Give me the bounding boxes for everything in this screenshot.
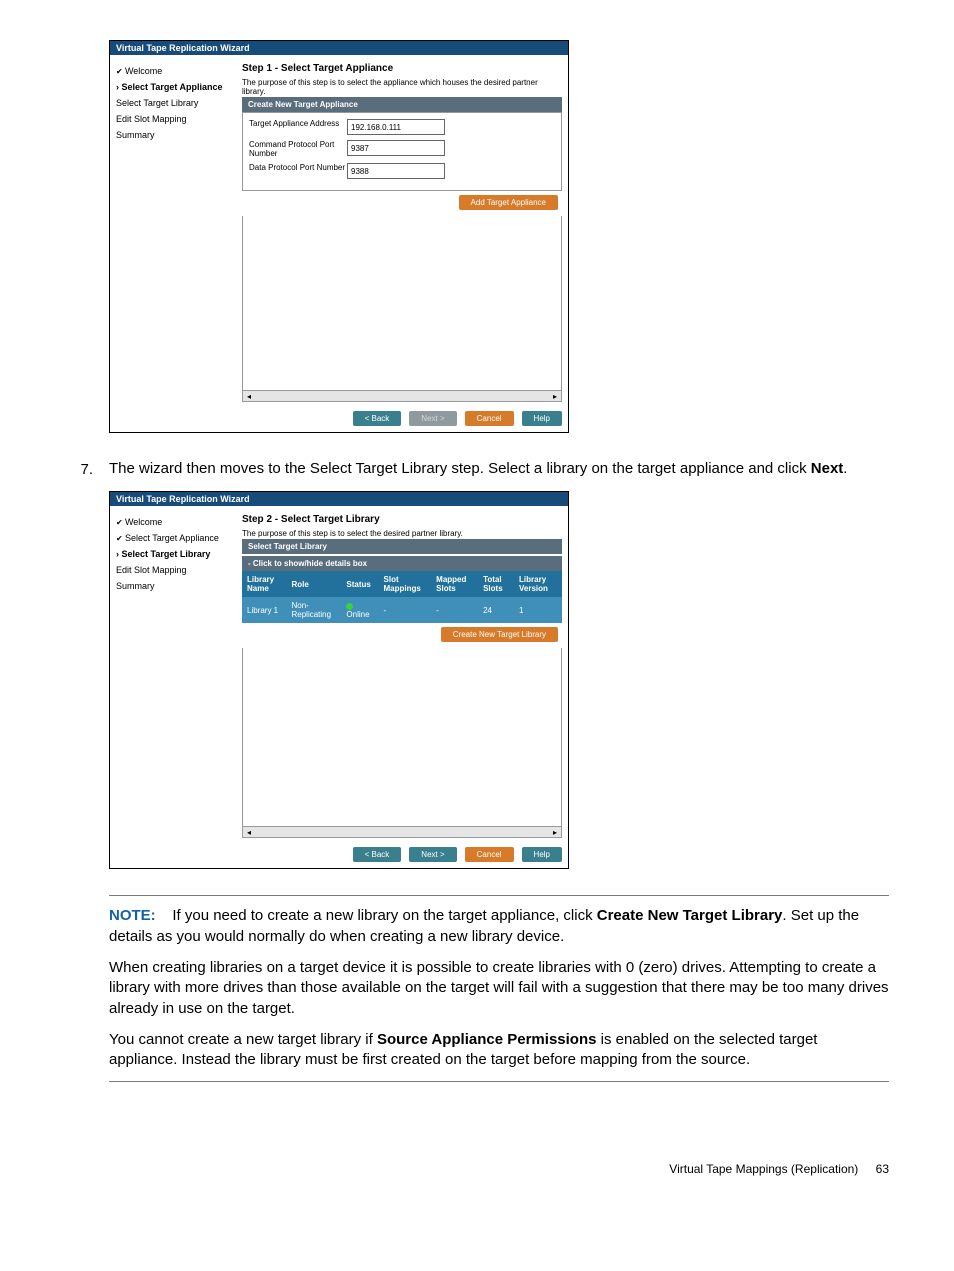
- target-library-table: Library Name Role Status Slot Mappings M…: [242, 571, 562, 623]
- sidebar-item-summary[interactable]: Summary: [116, 578, 234, 594]
- next-button[interactable]: Next >: [409, 847, 456, 862]
- panel-header-create-new-target-appliance: Create New Target Appliance: [242, 97, 562, 112]
- back-button[interactable]: < Back: [353, 847, 402, 862]
- help-button[interactable]: Help: [522, 847, 562, 862]
- library-list-area: [242, 648, 562, 827]
- sidebar-item-welcome[interactable]: Welcome: [116, 63, 234, 79]
- th-slot-mappings[interactable]: Slot Mappings: [379, 571, 432, 597]
- page-footer: Virtual Tape Mappings (Replication) 63: [0, 1122, 954, 1204]
- scroll-left-icon[interactable]: ◂: [243, 392, 255, 401]
- sidebar-item-select-target-appliance[interactable]: Select Target Appliance: [116, 79, 234, 95]
- th-library-version[interactable]: Library Version: [514, 571, 562, 597]
- footer-page-number: 63: [862, 1162, 889, 1176]
- step-number: 7.: [65, 459, 109, 478]
- input-target-appliance-address[interactable]: [347, 119, 445, 135]
- step-heading: Step 1 - Select Target Appliance: [242, 63, 562, 74]
- th-status[interactable]: Status: [341, 571, 378, 597]
- cell-mapped-slots: -: [431, 597, 478, 623]
- step-purpose: The purpose of this step is to select th…: [242, 78, 562, 96]
- input-command-port[interactable]: [347, 140, 445, 156]
- label-data-port: Data Protocol Port Number: [249, 163, 347, 172]
- cancel-button[interactable]: Cancel: [465, 847, 514, 862]
- cell-role: Non-Replicating: [287, 597, 342, 623]
- panel-header-toggle-details[interactable]: - Click to show/hide details box: [242, 556, 562, 571]
- wizard-sidebar: Welcome Select Target Appliance Select T…: [110, 506, 240, 842]
- wizard-step2: Virtual Tape Replication Wizard Welcome …: [109, 491, 569, 869]
- appliance-list-area: [242, 216, 562, 391]
- horizontal-scrollbar[interactable]: ◂ ▸: [242, 827, 562, 838]
- target-appliance-form: Target Appliance Address Command Protoco…: [242, 112, 562, 191]
- cell-library-version: 1: [514, 597, 562, 623]
- label-target-appliance-address: Target Appliance Address: [249, 119, 347, 128]
- status-online-icon: [346, 603, 353, 610]
- panel-header-select-target-library: Select Target Library: [242, 539, 562, 554]
- note-block: NOTE: If you need to create a new librar…: [109, 895, 889, 1082]
- sidebar-item-select-target-library[interactable]: Select Target Library: [116, 95, 234, 111]
- next-button-disabled: Next >: [409, 411, 456, 426]
- cell-slot-mappings: -: [379, 597, 432, 623]
- cell-library-name: Library 1: [242, 597, 287, 623]
- back-button[interactable]: < Back: [353, 411, 402, 426]
- add-target-appliance-button[interactable]: Add Target Appliance: [459, 195, 558, 210]
- step-heading: Step 2 - Select Target Library: [242, 514, 562, 525]
- cell-status: Online: [341, 597, 378, 623]
- sidebar-item-welcome[interactable]: Welcome: [116, 514, 234, 530]
- footer-section-title: Virtual Tape Mappings (Replication): [669, 1162, 858, 1176]
- cancel-button[interactable]: Cancel: [465, 411, 514, 426]
- step-instruction: The wizard then moves to the Select Targ…: [109, 459, 889, 479]
- label-command-port: Command Protocol Port Number: [249, 140, 347, 158]
- wizard-sidebar: Welcome Select Target Appliance Select T…: [110, 55, 240, 406]
- horizontal-scrollbar[interactable]: ◂ ▸: [242, 391, 562, 402]
- help-button[interactable]: Help: [522, 411, 562, 426]
- sidebar-item-select-target-library[interactable]: Select Target Library: [116, 546, 234, 562]
- scroll-right-icon[interactable]: ▸: [549, 828, 561, 837]
- th-total-slots[interactable]: Total Slots: [478, 571, 514, 597]
- th-mapped-slots[interactable]: Mapped Slots: [431, 571, 478, 597]
- window-titlebar: Virtual Tape Replication Wizard: [110, 41, 568, 55]
- th-role[interactable]: Role: [287, 571, 342, 597]
- scroll-right-icon[interactable]: ▸: [549, 392, 561, 401]
- table-header-row: Library Name Role Status Slot Mappings M…: [242, 571, 562, 597]
- cell-total-slots: 24: [478, 597, 514, 623]
- input-data-port[interactable]: [347, 163, 445, 179]
- th-library-name[interactable]: Library Name: [242, 571, 287, 597]
- wizard-step1: Virtual Tape Replication Wizard Welcome …: [109, 40, 569, 433]
- scroll-left-icon[interactable]: ◂: [243, 828, 255, 837]
- create-new-target-library-button[interactable]: Create New Target Library: [441, 627, 558, 642]
- sidebar-item-edit-slot-mapping[interactable]: Edit Slot Mapping: [116, 562, 234, 578]
- sidebar-item-summary[interactable]: Summary: [116, 127, 234, 143]
- sidebar-item-select-target-appliance[interactable]: Select Target Appliance: [116, 530, 234, 546]
- table-row[interactable]: Library 1 Non-Replicating Online - - 24 …: [242, 597, 562, 623]
- step-purpose: The purpose of this step is to select th…: [242, 529, 562, 538]
- window-titlebar: Virtual Tape Replication Wizard: [110, 492, 568, 506]
- note-label: NOTE:: [109, 907, 156, 924]
- sidebar-item-edit-slot-mapping[interactable]: Edit Slot Mapping: [116, 111, 234, 127]
